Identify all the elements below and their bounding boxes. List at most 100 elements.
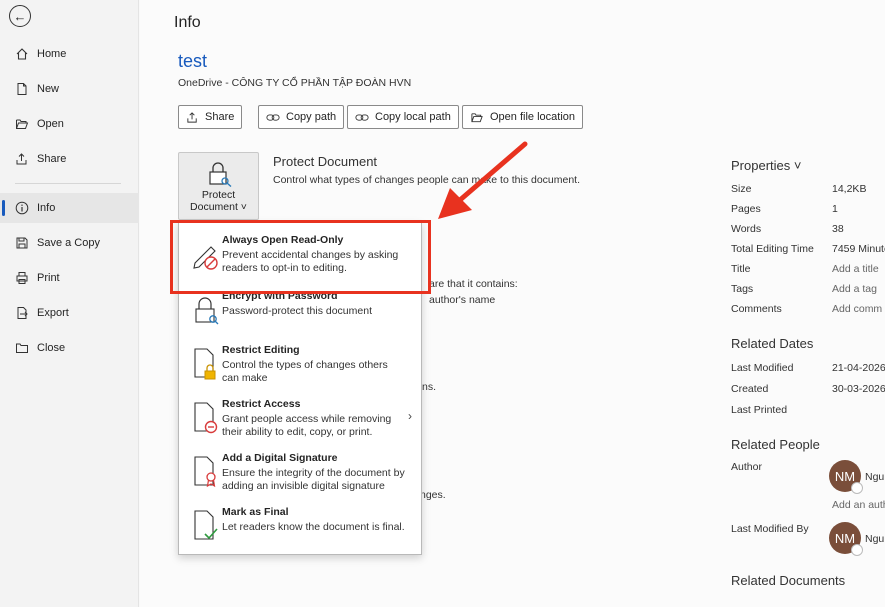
sidebar-item-export[interactable]: Export bbox=[0, 298, 139, 328]
sidebar-item-print[interactable]: Print bbox=[0, 263, 139, 293]
copy-path-label: Copy path bbox=[286, 111, 337, 123]
date-row: Last Modified21-04-2026 , bbox=[731, 362, 885, 374]
lock-key-icon bbox=[206, 161, 232, 188]
backstage-sidebar: ← Home New Open Share Info Save a Copy P… bbox=[0, 0, 139, 607]
sidebar-item-save-a-copy[interactable]: Save a Copy bbox=[0, 228, 139, 258]
annotation-highlight-box bbox=[170, 220, 431, 294]
document-restrict-icon bbox=[191, 401, 221, 435]
sidebar-item-label: Save a Copy bbox=[37, 237, 100, 249]
back-arrow-icon[interactable]: ← bbox=[9, 5, 31, 27]
print-icon bbox=[15, 271, 29, 285]
folder-open-icon bbox=[15, 117, 29, 131]
share-icon bbox=[187, 111, 197, 123]
protect-document-title: Protect Document bbox=[273, 154, 378, 169]
sidebar-item-label: Home bbox=[37, 48, 67, 60]
property-row: Size 14,2KB bbox=[731, 183, 867, 195]
share-icon bbox=[15, 152, 29, 166]
sidebar-item-label: Close bbox=[37, 342, 66, 354]
document-check-icon bbox=[191, 509, 221, 543]
sidebar-item-label: Print bbox=[37, 272, 60, 284]
document-name: test bbox=[178, 51, 208, 71]
property-row: Total Editing Time 7459 Minute bbox=[731, 243, 885, 255]
menu-item-restrict-access[interactable]: Restrict Access Grant people access whil… bbox=[179, 393, 421, 443]
property-row: Tags Add a tag bbox=[731, 283, 877, 295]
property-row: Title Add a title bbox=[731, 263, 879, 275]
sidebar-item-info[interactable]: Info bbox=[0, 193, 139, 223]
document-ribbon-icon bbox=[191, 455, 221, 489]
share-button[interactable]: Share bbox=[178, 105, 243, 129]
chevron-right-icon: › bbox=[408, 409, 412, 423]
properties-heading[interactable]: Properties ˅ bbox=[731, 158, 801, 173]
author-name[interactable]: Ngu bbox=[865, 471, 884, 483]
menu-item-description: Control the types of changes others can … bbox=[222, 359, 388, 384]
menu-item-description: Grant people access while removing their… bbox=[222, 413, 392, 438]
tags-field[interactable]: Add a tag bbox=[832, 283, 877, 295]
menu-item-title: Add a Digital Signature bbox=[222, 452, 338, 464]
inspect-text-fragment: author's name bbox=[429, 294, 496, 306]
menu-item-mark-as-final[interactable]: Mark as Final Let readers know the docum… bbox=[179, 501, 421, 551]
avatar[interactable]: NM bbox=[829, 460, 863, 494]
sidebar-item-label: Share bbox=[37, 153, 67, 165]
sidebar-item-label: Open bbox=[37, 118, 64, 130]
property-row: Words 38 bbox=[731, 223, 844, 235]
add-author-link[interactable]: Add an auth bbox=[832, 499, 885, 511]
menu-item-restrict-editing[interactable]: Restrict Editing Control the types of ch… bbox=[179, 339, 421, 389]
menu-item-description: Let readers know the document is final. bbox=[222, 521, 405, 533]
inspect-text-fragment: are that it contains: bbox=[429, 278, 518, 290]
date-row: Created30-03-2026 , bbox=[731, 383, 885, 395]
property-row: Comments Add comm bbox=[731, 303, 883, 315]
document-location: OneDrive - CÔNG TY CỔ PHẦN TẬP ĐOÀN HVN bbox=[178, 77, 412, 89]
title-field[interactable]: Add a title bbox=[832, 263, 879, 275]
menu-item-title: Restrict Editing bbox=[222, 344, 300, 356]
menu-item-title: Mark as Final bbox=[222, 506, 289, 518]
link-icon bbox=[355, 113, 369, 121]
changes-text-fragment: nges. bbox=[420, 489, 446, 501]
menu-item-title: Restrict Access bbox=[222, 398, 301, 410]
folder-open-icon bbox=[471, 112, 483, 122]
related-dates-heading: Related Dates bbox=[731, 336, 814, 351]
protect-button-line1: Protect bbox=[201, 189, 236, 201]
protect-button-line2: Document ˅ bbox=[190, 201, 247, 213]
last-modified-by-label: Last Modified By bbox=[731, 523, 809, 535]
sidebar-item-label: New bbox=[37, 83, 60, 95]
save-icon bbox=[15, 236, 29, 250]
sidebar-item-open[interactable]: Open bbox=[0, 109, 139, 139]
protect-document-description: Control what types of changes people can… bbox=[273, 174, 581, 186]
copy-local-path-label: Copy local path bbox=[375, 111, 451, 123]
sidebar-item-label: Info bbox=[37, 202, 56, 214]
sidebar-item-home[interactable]: Home bbox=[0, 39, 139, 69]
link-icon bbox=[266, 113, 280, 121]
annotation-arrow-icon bbox=[438, 141, 528, 219]
copy-local-path-button[interactable]: Copy local path bbox=[347, 105, 459, 129]
close-folder-icon bbox=[15, 341, 29, 355]
share-label: Share bbox=[205, 111, 235, 123]
related-documents-heading: Related Documents bbox=[731, 573, 846, 588]
date-row: Last Printed bbox=[731, 404, 788, 416]
avatar[interactable]: NM bbox=[829, 522, 863, 556]
protect-document-button[interactable]: Protect Document ˅ bbox=[178, 152, 259, 220]
sidebar-item-share[interactable]: Share bbox=[0, 144, 139, 174]
sidebar-item-label: Export bbox=[37, 307, 69, 319]
versions-text-fragment: ns. bbox=[422, 381, 437, 393]
document-lock-icon bbox=[191, 347, 221, 381]
sidebar-divider bbox=[15, 183, 121, 184]
menu-item-description: Password-protect this document bbox=[222, 305, 372, 317]
page-title: Info bbox=[174, 14, 201, 31]
lock-key-icon bbox=[191, 293, 221, 327]
open-file-location-label: Open file location bbox=[490, 111, 575, 123]
modified-by-name[interactable]: Ngu bbox=[865, 533, 884, 545]
author-label: Author bbox=[731, 461, 762, 473]
home-icon bbox=[15, 47, 29, 61]
open-file-location-button[interactable]: Open file location bbox=[462, 105, 583, 129]
info-icon bbox=[15, 201, 29, 215]
sidebar-item-new[interactable]: New bbox=[0, 74, 139, 104]
comments-field[interactable]: Add comm bbox=[832, 303, 882, 315]
copy-path-button[interactable]: Copy path bbox=[258, 105, 345, 129]
export-icon bbox=[15, 306, 29, 320]
related-people-heading: Related People bbox=[731, 437, 820, 452]
new-document-icon bbox=[15, 82, 29, 96]
property-row: Pages 1 bbox=[731, 203, 838, 215]
sidebar-item-close[interactable]: Close bbox=[0, 333, 139, 363]
menu-item-add-digital-signature[interactable]: Add a Digital Signature Ensure the integ… bbox=[179, 447, 421, 497]
menu-item-description: Ensure the integrity of the document by … bbox=[222, 467, 405, 492]
